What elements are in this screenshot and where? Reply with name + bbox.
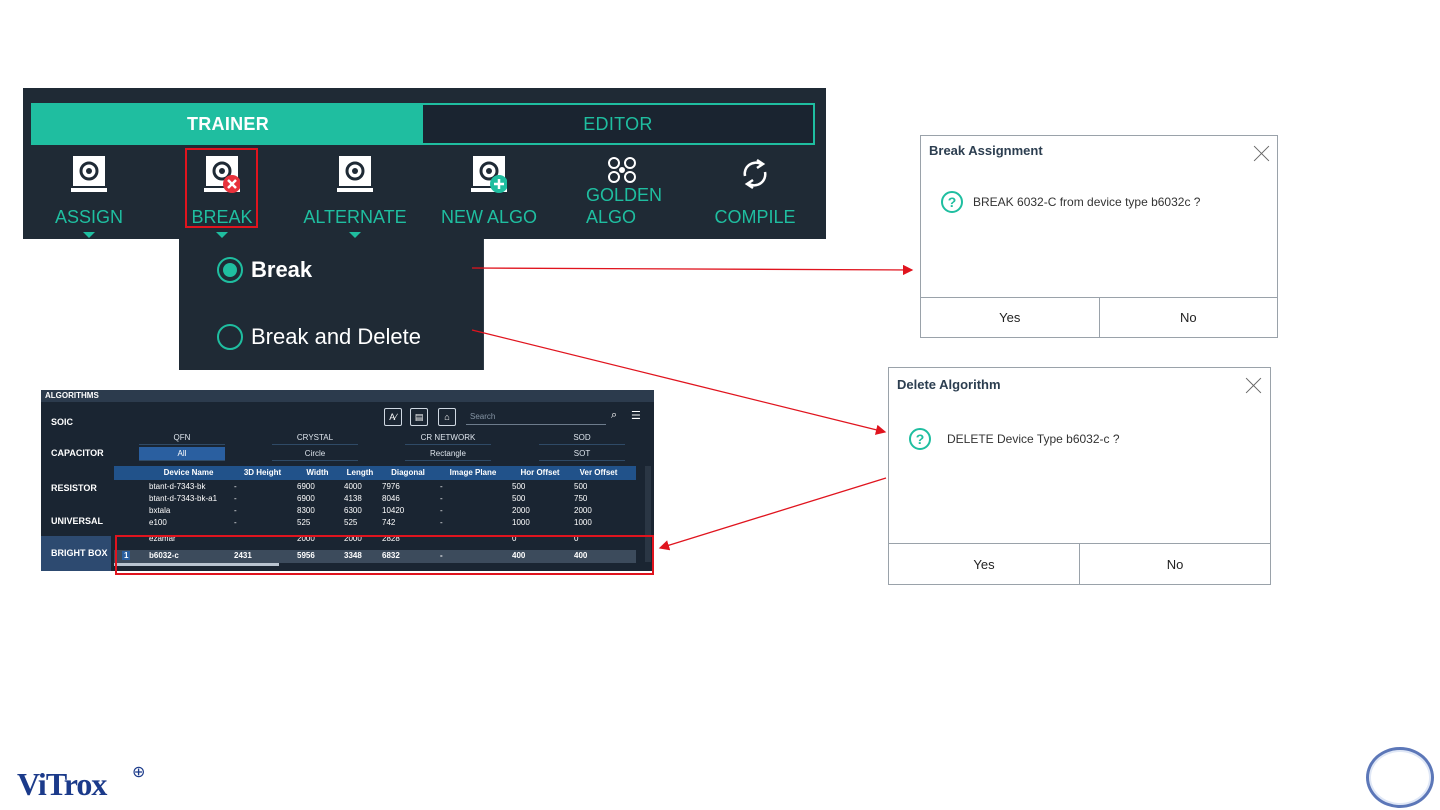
delete-algorithm-dialog: Delete Algorithm ? DELETE Device Type b6… xyxy=(888,367,1271,585)
no-button[interactable]: No xyxy=(1098,298,1278,337)
question-icon: ? xyxy=(941,191,963,213)
break-assignment-dialog: Break Assignment ? BREAK 6032-C from dev… xyxy=(920,135,1278,338)
logo-mark-icon: ⊕ xyxy=(132,764,146,781)
logo-text: ViTrox xyxy=(17,766,107,802)
dialog-title: Delete Algorithm xyxy=(897,377,1001,392)
dialog-title: Break Assignment xyxy=(929,143,1043,158)
dialog-message: BREAK 6032-C from device type b6032c ? xyxy=(973,195,1201,209)
dialog-buttons: Yes No xyxy=(889,543,1270,584)
no-button[interactable]: No xyxy=(1079,544,1270,584)
question-icon: ? xyxy=(909,428,931,450)
dialog-message: DELETE Device Type b6032-c ? xyxy=(947,432,1120,446)
arrow-dialog-to-row xyxy=(658,477,887,551)
arrow-break-to-dialog xyxy=(471,264,914,276)
circle-button[interactable] xyxy=(1366,747,1434,808)
vitrox-logo: ViTrox ⊕ xyxy=(17,762,157,804)
arrow-delete-to-dialog xyxy=(471,329,887,435)
yes-button[interactable]: Yes xyxy=(921,298,1099,337)
yes-button[interactable]: Yes xyxy=(889,544,1079,584)
close-icon[interactable] xyxy=(1245,376,1263,394)
dialog-buttons: Yes No xyxy=(921,297,1277,337)
close-icon[interactable] xyxy=(1253,144,1271,162)
